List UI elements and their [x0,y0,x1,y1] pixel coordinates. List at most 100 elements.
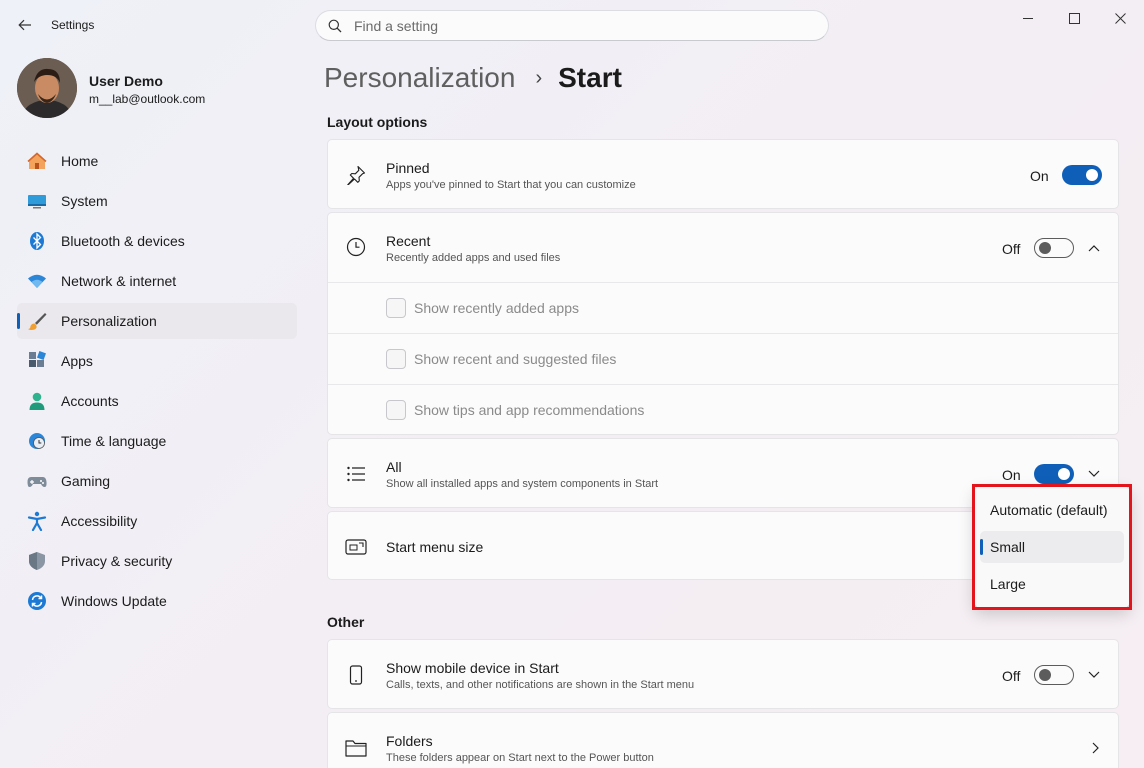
sidebar-nav: Home System Bluetooth & devices Network … [17,143,297,623]
avatar-photo-icon [17,58,77,118]
gamepad-icon [27,471,47,491]
apps-icon [27,351,47,371]
accessibility-icon [27,511,47,531]
sidebar-item-network[interactable]: Network & internet [17,263,297,299]
resize-window-icon [345,536,367,558]
sidebar-item-label: Gaming [61,473,111,489]
sidebar-item-apps[interactable]: Apps [17,343,297,379]
globe-clock-icon [27,431,47,451]
sidebar-item-accessibility[interactable]: Accessibility [17,503,297,539]
breadcrumb-separator: › [535,66,543,89]
sidebar-item-label: Accessibility [61,513,138,529]
back-button[interactable] [12,12,38,38]
folder-icon [345,737,367,759]
search-box[interactable] [315,10,829,41]
sidebar-item-time-language[interactable]: Time & language [17,423,297,459]
back-arrow-icon [18,19,31,31]
monitor-icon [27,191,47,211]
mobile-toggle-state: Off [1002,668,1021,684]
sidebar-item-system[interactable]: System [17,183,297,219]
show-recent-files-checkbox[interactable] [386,349,406,369]
maximize-icon [1068,12,1080,24]
sidebar-item-label: Apps [61,353,93,369]
search-input[interactable] [354,17,794,34]
recent-option-row: Show recent and suggested files [328,333,1118,384]
avatar [17,58,77,118]
chevron-down-icon[interactable] [1086,466,1102,482]
minimize-icon [1023,18,1033,19]
toggle-knob [1039,669,1051,681]
bluetooth-icon [27,231,47,251]
recent-setting-card: Recent Recently added apps and used file… [327,212,1119,435]
recent-header-row[interactable]: Recent Recently added apps and used file… [328,213,1118,283]
sidebar-item-windows-update[interactable]: Windows Update [17,583,297,619]
dropdown-option-small[interactable]: Small [980,531,1124,563]
toggle-knob [1039,242,1051,254]
breadcrumb-parent[interactable]: Personalization [324,62,515,94]
update-icon [27,591,47,611]
pin-icon [345,164,367,186]
close-button[interactable] [1100,8,1140,28]
dropdown-option-automatic[interactable]: Automatic (default) [980,494,1124,526]
sidebar-item-accounts[interactable]: Accounts [17,383,297,419]
sidebar-item-label: Accounts [61,393,119,409]
all-toggle-state: On [1002,467,1021,483]
chevron-up-icon[interactable] [1086,240,1102,256]
sidebar-item-label: Personalization [61,313,157,329]
pinned-title: Pinned [386,160,430,176]
breadcrumb: Personalization › Start [324,58,622,98]
user-name: User Demo [89,73,163,89]
checkbox-label: Show recently added apps [414,300,579,316]
chevron-down-icon[interactable] [1086,667,1102,683]
page-title: Start [558,62,622,93]
sidebar-item-label: Privacy & security [61,553,173,569]
recent-description: Recently added apps and used files [386,252,561,264]
mobile-device-title: Show mobile device in Start [386,660,559,676]
recent-title: Recent [386,233,431,249]
home-icon [27,151,47,171]
toggle-knob [1058,468,1070,480]
folders-title: Folders [386,733,433,749]
start-menu-size-dropdown: Automatic (default) Small Large [974,486,1130,608]
section-title-other: Other [327,614,365,630]
toggle-knob [1086,169,1098,181]
recent-toggle[interactable] [1034,238,1074,258]
close-icon [1114,12,1126,24]
folders-card[interactable]: Folders These folders appear on Start ne… [327,712,1119,768]
sidebar-item-home[interactable]: Home [17,143,297,179]
user-profile[interactable]: User Demo m__lab@outlook.com [17,58,297,120]
all-toggle[interactable] [1034,464,1074,484]
dropdown-option-large[interactable]: Large [980,568,1124,600]
sidebar-item-personalization[interactable]: Personalization [17,303,297,339]
sidebar-item-label: Home [61,153,99,169]
all-title: All [386,459,402,475]
pinned-toggle[interactable] [1062,165,1102,185]
sidebar-item-label: Bluetooth & devices [61,233,185,249]
show-recently-added-checkbox[interactable] [386,298,406,318]
show-tips-checkbox[interactable] [386,400,406,420]
recent-option-row: Show tips and app recommendations [328,384,1118,435]
pinned-setting-card: Pinned Apps you've pinned to Start that … [327,139,1119,209]
pinned-description: Apps you've pinned to Start that you can… [386,179,636,191]
phone-icon [345,664,367,686]
recent-option-row: Show recently added apps [328,282,1118,333]
sidebar-item-privacy[interactable]: Privacy & security [17,543,297,579]
sidebar-item-label: Time & language [61,433,167,449]
recent-toggle-state: Off [1002,241,1021,257]
section-title-layout-options: Layout options [327,114,428,130]
sidebar-item-gaming[interactable]: Gaming [17,463,297,499]
app-title: Settings [51,18,95,32]
sidebar-item-label: Windows Update [61,593,167,609]
shield-icon [27,551,47,571]
list-icon [345,463,367,485]
mobile-toggle[interactable] [1034,665,1074,685]
folders-description: These folders appear on Start next to th… [386,752,654,764]
minimize-button[interactable] [1008,8,1048,28]
sidebar-item-bluetooth[interactable]: Bluetooth & devices [17,223,297,259]
paintbrush-icon [27,311,47,331]
clock-icon [345,236,367,258]
mobile-device-card[interactable]: Show mobile device in Start Calls, texts… [327,639,1119,709]
maximize-button[interactable] [1054,8,1094,28]
title-bar: Settings [0,0,1144,50]
user-email: m__lab@outlook.com [89,92,206,106]
